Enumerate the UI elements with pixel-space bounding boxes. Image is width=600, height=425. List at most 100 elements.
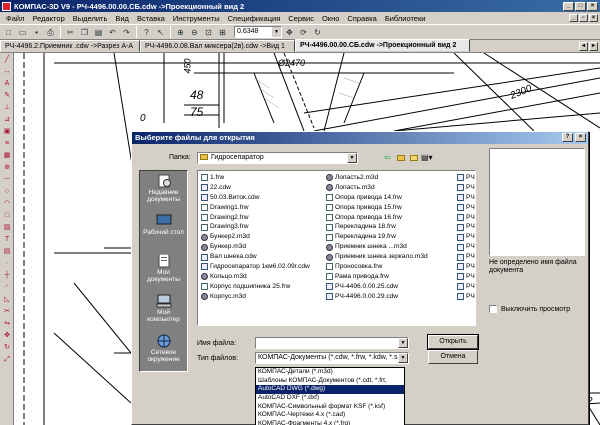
menu-file[interactable]: Файл [2,14,28,23]
chevron-down-icon[interactable]: ▼ [347,153,357,163]
menu-specification[interactable]: Спецификация [224,14,285,23]
file-item[interactable]: Перекладина 18.frw [326,222,428,232]
file-item[interactable]: РЧ- [457,203,475,213]
print-icon[interactable]: ⎙ [44,26,57,39]
cut-icon[interactable]: ✂ [64,26,77,39]
file-item[interactable]: Drawing3.frw [201,222,310,232]
checkbox-box[interactable] [489,305,497,313]
file-item[interactable]: РЧ- [457,173,475,183]
place-my-documents[interactable]: Мои документы [140,251,187,291]
file-item[interactable]: Бункер2.m3d [201,232,310,242]
geometry-tool-icon[interactable]: ╱ [1,54,13,65]
file-item[interactable]: РЧ- [457,292,475,302]
refresh-icon[interactable]: ⟳ [297,26,310,39]
zoom-in-icon[interactable]: ⊕ [174,26,187,39]
file-item[interactable]: РЧ- [457,213,475,223]
maximize-button[interactable]: □ [575,1,586,11]
mirror-tool-icon[interactable]: ⇋ [1,318,13,329]
help-pointer-icon[interactable]: ? [140,26,153,39]
file-item[interactable]: Drawing1.frw [201,203,310,213]
redo-icon[interactable]: ↷ [120,26,133,39]
text-tool-icon[interactable]: T [1,234,13,245]
dialog-help-button[interactable]: ? [562,133,573,142]
place-network[interactable]: Сетевое окружение [140,331,187,371]
filename-input[interactable]: ▼ [255,337,409,349]
chevron-down-icon[interactable]: ▼ [398,353,408,363]
trim-tool-icon[interactable]: ✂ [1,306,13,317]
file-item[interactable]: Приемник шнека зеркало.m3d [326,252,428,262]
paste-icon[interactable]: ▤ [92,26,105,39]
filetype-select[interactable]: КОМПАС-Документы (*.cdw, *.frw, *.kdw, *… [255,352,409,364]
file-item[interactable]: Вал шнека.cdw [201,252,310,262]
filetype-option[interactable]: Шаблоны КОМПАС-Документов (*.cdt, *.frt, [256,377,404,386]
file-item[interactable]: Опора привода 16.frw [326,213,428,223]
file-list[interactable]: 1.frw 22.cdw 50.03.Виток.cdw Drawing1.frw Dr… [197,170,476,326]
reports-tool-icon[interactable]: ▦ [1,150,13,161]
tab-val-miksera[interactable]: РЧ-4496.0.08.Вал миксера(2в).cdw ->Вид 1 [140,40,295,52]
file-item[interactable]: РЧ- [457,183,475,193]
measure-tool-icon[interactable]: ⊿ [1,114,13,125]
zoom-out-icon[interactable]: ⊖ [188,26,201,39]
arc-tool-icon[interactable]: ◠ [1,198,13,209]
select-tool-icon[interactable]: ▣ [1,126,13,137]
file-item[interactable]: Гидросепаратор 1км6.02.09г.cdw [201,262,310,272]
filetype-option[interactable]: КОМПАС-Детали (*.m3d) [256,368,404,377]
doc-close-button[interactable]: × [589,14,598,22]
file-item[interactable]: Drawing2.frw [201,213,310,223]
point-tool-icon[interactable]: · [1,258,13,269]
pointer-icon[interactable]: ↖ [154,26,167,39]
file-item[interactable]: РЧ- [457,282,475,292]
menu-service[interactable]: Сервис [284,14,318,23]
file-item[interactable]: Корпус.m3d [201,292,310,302]
file-item[interactable]: РЧ- [457,272,475,282]
file-item[interactable]: РЧ- [457,262,475,272]
doc-restore-button[interactable]: ▫ [579,14,588,22]
move-tool-icon[interactable]: ✥ [1,330,13,341]
file-item[interactable]: РЧ-4496.0.00.25.cdw [326,282,428,292]
table-tool-icon[interactable]: ▤ [1,246,13,257]
filetype-option[interactable]: КОМПАС-Символьный формат KSF (*.ksf) [256,403,404,412]
zoom-all-icon[interactable]: ⊞ [216,26,229,39]
file-item[interactable]: Кольцо.m3d [201,272,310,282]
file-item[interactable]: РЧ- [457,242,475,252]
file-item[interactable]: РЧ- [457,222,475,232]
tab-scroll-left-icon[interactable]: ◂ [579,41,588,51]
dimensions-tool-icon[interactable]: ↔ [1,66,13,77]
file-item[interactable]: 50.03.Виток.cdw [201,193,310,203]
file-item[interactable]: Лопасть2.m3d [326,173,428,183]
up-folder-icon[interactable] [395,152,406,163]
rect-tool-icon[interactable]: □ [1,210,13,221]
doc-minimize-button[interactable]: _ [569,14,578,22]
menu-libraries[interactable]: Библиотеки [381,14,430,23]
menu-editor[interactable]: Редактор [28,14,68,23]
open-button[interactable]: Открыть [427,334,479,350]
menu-select[interactable]: Выделить [69,14,112,23]
aux-line-tool-icon[interactable]: ┼ [1,270,13,281]
copy-icon[interactable]: ❐ [78,26,91,39]
cancel-button[interactable]: Отмена [428,350,478,364]
file-item[interactable]: 22.cdw [201,183,310,193]
file-item[interactable]: РЧ- [457,232,475,242]
save-icon[interactable]: ▪ [30,26,43,39]
file-item[interactable]: Бункер.m3d [201,242,310,252]
parametrization-tool-icon[interactable]: ⊥ [1,102,13,113]
undo-icon[interactable]: ↶ [106,26,119,39]
hatch-tool-icon[interactable]: ▨ [1,222,13,233]
fillet-tool-icon[interactable]: ◜ [1,282,13,293]
file-item[interactable]: РЧ-4496.0.00.29.cdw [326,292,428,302]
circle-tool-icon[interactable]: ○ [1,186,13,197]
chevron-down-icon[interactable]: ▼ [398,338,408,348]
file-item[interactable]: РЧ- [457,193,475,203]
close-button[interactable]: × [587,1,598,11]
zoom-window-icon[interactable]: ⊡ [202,26,215,39]
dialog-close-button[interactable]: × [575,133,586,142]
menu-tools[interactable]: Инструменты [169,14,224,23]
menu-help[interactable]: Справка [343,14,380,23]
filetype-option[interactable]: AutoCAD DXF (*.dxf) [256,394,404,403]
zoom-input[interactable]: 0.6348 ▼ [234,26,282,38]
spec-tool-icon[interactable]: ≡ [1,138,13,149]
file-item[interactable]: Перекладина 19.frw [326,232,428,242]
place-recent[interactable]: Недавние документы [140,171,187,211]
place-desktop[interactable]: Рабочий стол [140,211,187,251]
new-document-icon[interactable]: □ [2,26,15,39]
